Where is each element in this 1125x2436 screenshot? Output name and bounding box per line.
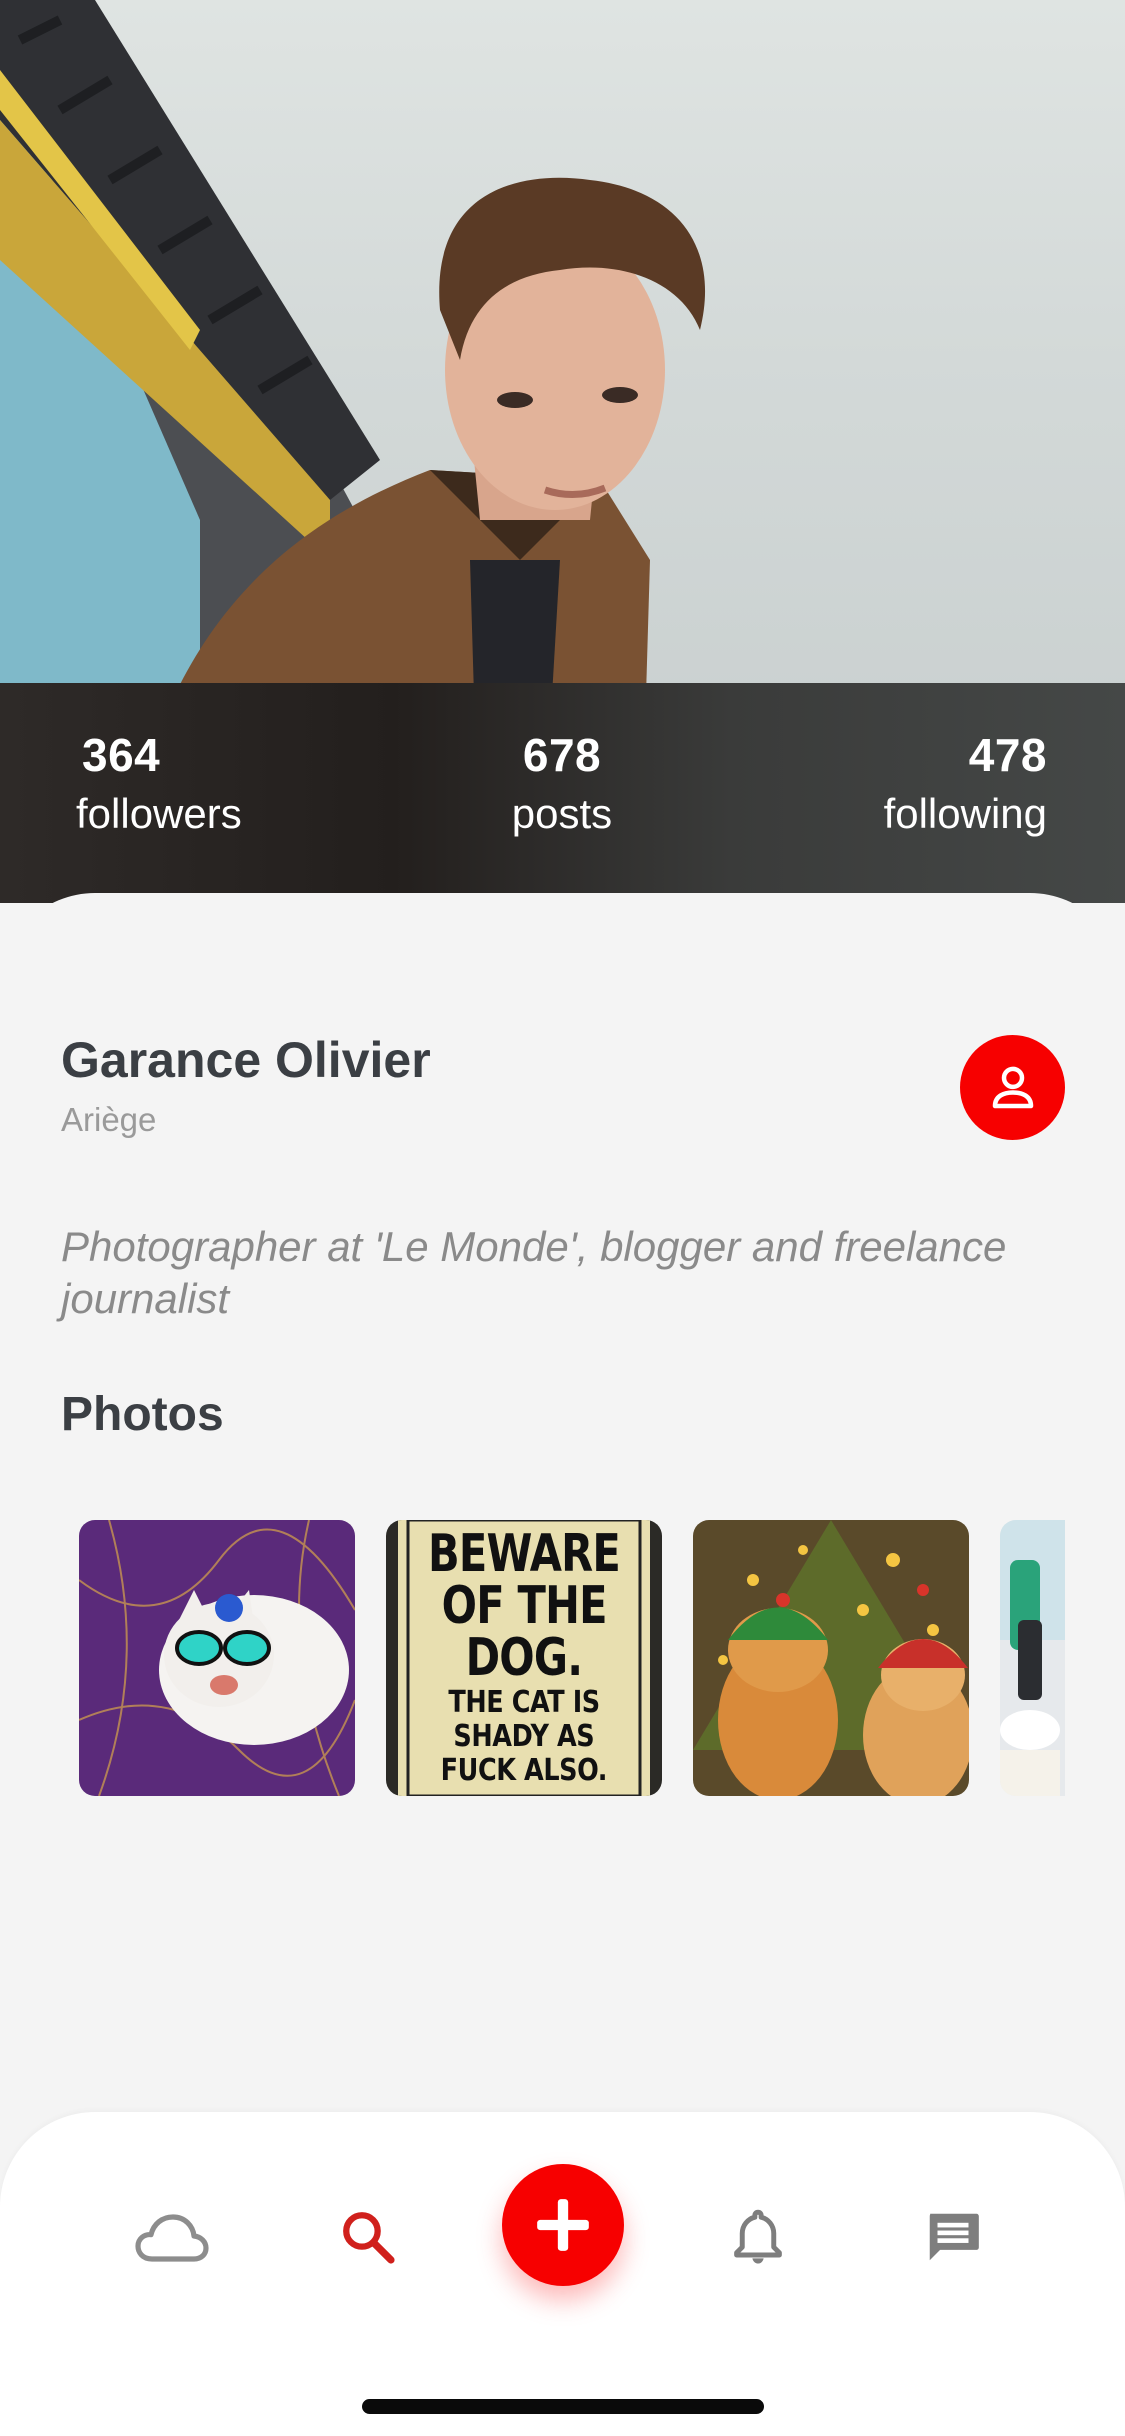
add-post-button[interactable] xyxy=(502,2164,624,2286)
photo-thumbnail[interactable] xyxy=(693,1520,969,1796)
nav-search-button[interactable] xyxy=(323,2192,413,2282)
nav-messages-button[interactable] xyxy=(908,2192,998,2282)
profile-button[interactable] xyxy=(960,1035,1065,1140)
cat-goggles-photo xyxy=(79,1520,355,1796)
person-icon xyxy=(992,1066,1033,1108)
photos-section-title: Photos xyxy=(61,1388,224,1441)
nav-notifications-button[interactable] xyxy=(713,2192,803,2282)
bottom-navigation xyxy=(0,2112,1125,2436)
posts-label: posts xyxy=(511,790,613,837)
sign-text: BEWARE OF THE DOG. THE CAT IS SHADY AS F… xyxy=(386,1520,662,1796)
bell-icon xyxy=(734,2209,782,2264)
chat-icon xyxy=(929,2213,979,2261)
posts-stat[interactable]: 678 posts xyxy=(462,728,662,838)
bathroom-photo xyxy=(1000,1520,1065,1796)
profile-stats: 364 followers 678 posts 478 following xyxy=(0,683,1125,903)
sign-line-2: OF THE xyxy=(441,1576,607,1636)
cloud-icon xyxy=(135,2214,209,2262)
photos-carousel[interactable]: BEWARE OF THE DOG. THE CAT IS SHADY AS F… xyxy=(79,1520,1065,1796)
profile-screen: 364 followers 678 posts 478 following Ga… xyxy=(0,0,1125,2436)
profile-card: Garance Olivier Ariège Photographer at '… xyxy=(0,893,1125,2213)
sign-line-5: SHADY AS xyxy=(453,1719,595,1754)
posts-count: 678 xyxy=(522,729,602,781)
sign-line-3: DOG. xyxy=(465,1628,583,1688)
sign-line-4: THE CAT IS xyxy=(448,1685,600,1720)
followers-label: followers xyxy=(76,790,242,837)
photo-thumbnail[interactable] xyxy=(1000,1520,1065,1796)
add-icon xyxy=(537,2199,589,2251)
christmas-cats-photo xyxy=(693,1520,969,1796)
photo-thumbnail[interactable] xyxy=(79,1520,355,1796)
following-label: following xyxy=(883,790,1047,837)
home-indicator[interactable] xyxy=(362,2399,764,2414)
profile-name: Garance Olivier xyxy=(61,1032,431,1088)
profile-bio: Photographer at 'Le Monde', blogger and … xyxy=(61,1223,1007,1322)
followers-stat[interactable]: 364 followers xyxy=(76,728,242,838)
followers-count: 364 xyxy=(82,729,161,781)
nav-cloud-button[interactable] xyxy=(127,2192,217,2282)
sign-line-6: FUCK ALSO. xyxy=(440,1753,608,1788)
profile-location: Ariège xyxy=(61,1101,157,1138)
following-count: 478 xyxy=(968,729,1047,781)
photo-thumbnail[interactable]: BEWARE OF THE DOG. THE CAT IS SHADY AS F… xyxy=(386,1520,662,1796)
search-icon xyxy=(343,2212,395,2264)
sign-line-1: BEWARE xyxy=(427,1524,621,1584)
following-stat[interactable]: 478 following xyxy=(884,728,1047,838)
